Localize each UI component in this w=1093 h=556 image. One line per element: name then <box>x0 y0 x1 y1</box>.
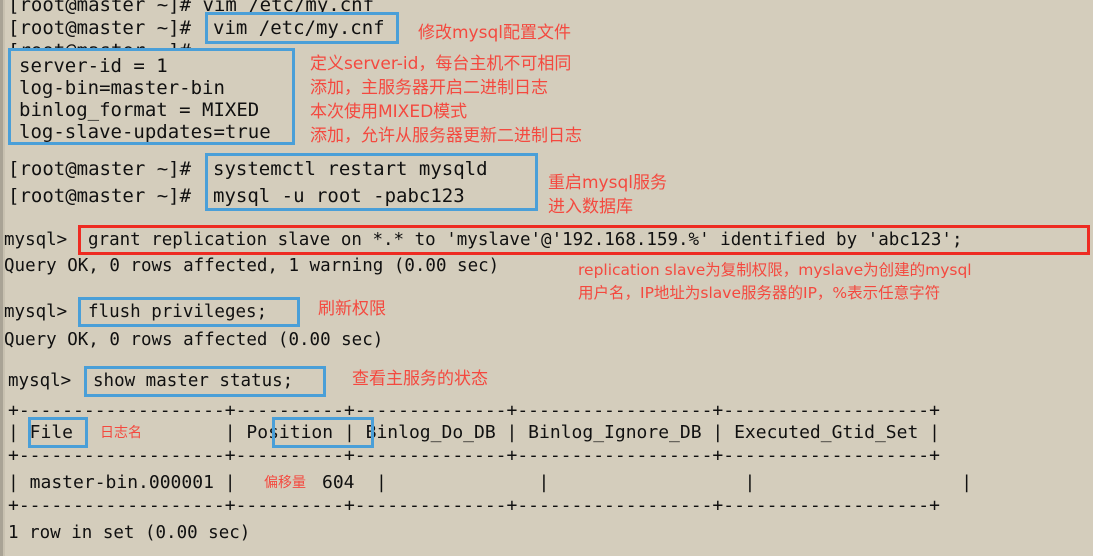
shell-prompt-1: [root@master ~]# <box>8 17 192 39</box>
result-row-count: 1 row in set (0.00 sec) <box>8 523 251 543</box>
annotation-restart-mysql-service: 重启mysql服务 <box>548 173 667 193</box>
result-flush-query-ok: Query OK, 0 rows affected (0.00 sec) <box>4 330 384 350</box>
annotation-allow-slave-update: 添加，允许从服务器更新二进制日志 <box>310 126 582 146</box>
table-border-mid: +-------------------+----------+--------… <box>8 445 940 466</box>
terminal-line-clipped: [root@master ~]# vim /etc/my.cnf <box>8 0 375 16</box>
annotation-mixed-mode: 本次使用MIXED模式 <box>310 102 468 122</box>
command-flush-privileges: flush privileges; <box>88 302 268 322</box>
command-show-master-status: show master status; <box>93 371 294 391</box>
annotation-replication-slave-line1: replication slave为复制权限，myslave为创建的mysql <box>578 261 972 279</box>
table-header-row: | File | Position | Binlog_Do_DB | Binlo… <box>8 422 940 443</box>
config-line-server-id: server-id = 1 <box>19 55 168 77</box>
config-line-log-slave-updates: log-slave-updates=true <box>19 121 271 143</box>
result-grant-query-ok: Query OK, 0 rows affected, 1 warning (0.… <box>4 256 500 276</box>
mysql-prompt-7: mysql> <box>4 302 68 322</box>
annotation-replication-slave-line2: 用户名，IP地址为slave服务器的IP，%表示任意字符 <box>578 284 941 302</box>
command-systemctl-restart-mysqld: systemctl restart mysqld <box>213 158 488 180</box>
command-mysql-login: mysql -u root -pabc123 <box>213 185 465 207</box>
command-grant-replication-slave: grant replication slave on *.* to 'mysla… <box>88 230 963 250</box>
shell-prompt-3: [root@master ~]# <box>8 158 192 180</box>
mysql-prompt-5: mysql> <box>4 230 68 250</box>
shell-prompt-4: [root@master ~]# <box>8 185 192 207</box>
mysql-prompt-9: mysql> <box>8 371 72 391</box>
table-border-bottom: +-------------------+----------+--------… <box>8 495 940 516</box>
annotation-enter-database: 进入数据库 <box>548 197 633 217</box>
table-row-empty-cells: | | | | <box>376 472 973 493</box>
annotation-refresh-privileges: 刷新权限 <box>318 299 386 319</box>
annotation-offset: 偏移量 <box>264 475 306 491</box>
config-line-binlog-format: binlog_format = MIXED <box>19 99 260 121</box>
table-border-top: +-------------------+----------+--------… <box>8 400 940 421</box>
window-left-border-inner <box>3 0 5 556</box>
annotation-modify-mysql-config: 修改mysql配置文件 <box>418 23 571 43</box>
command-vim-mycnf: vim /etc/my.cnf <box>213 17 385 39</box>
annotation-log-name: 日志名 <box>100 425 142 441</box>
terminal-screen: [root@master ~]# vim /etc/my.cnf [root@m… <box>0 0 1093 556</box>
annotation-define-server-id: 定义server-id，每台主机不可相同 <box>310 54 572 74</box>
annotation-enable-binary-log: 添加，主服务器开启二进制日志 <box>310 78 548 98</box>
table-row-position-value: 604 <box>322 472 355 493</box>
annotation-view-master-status: 查看主服务的状态 <box>352 369 488 389</box>
table-row-file-cell: | master-bin.000001 | <box>8 472 236 493</box>
config-line-log-bin: log-bin=master-bin <box>19 77 225 99</box>
mysql-config-block: server-id = 1 log-bin=master-bin binlog_… <box>8 48 295 145</box>
